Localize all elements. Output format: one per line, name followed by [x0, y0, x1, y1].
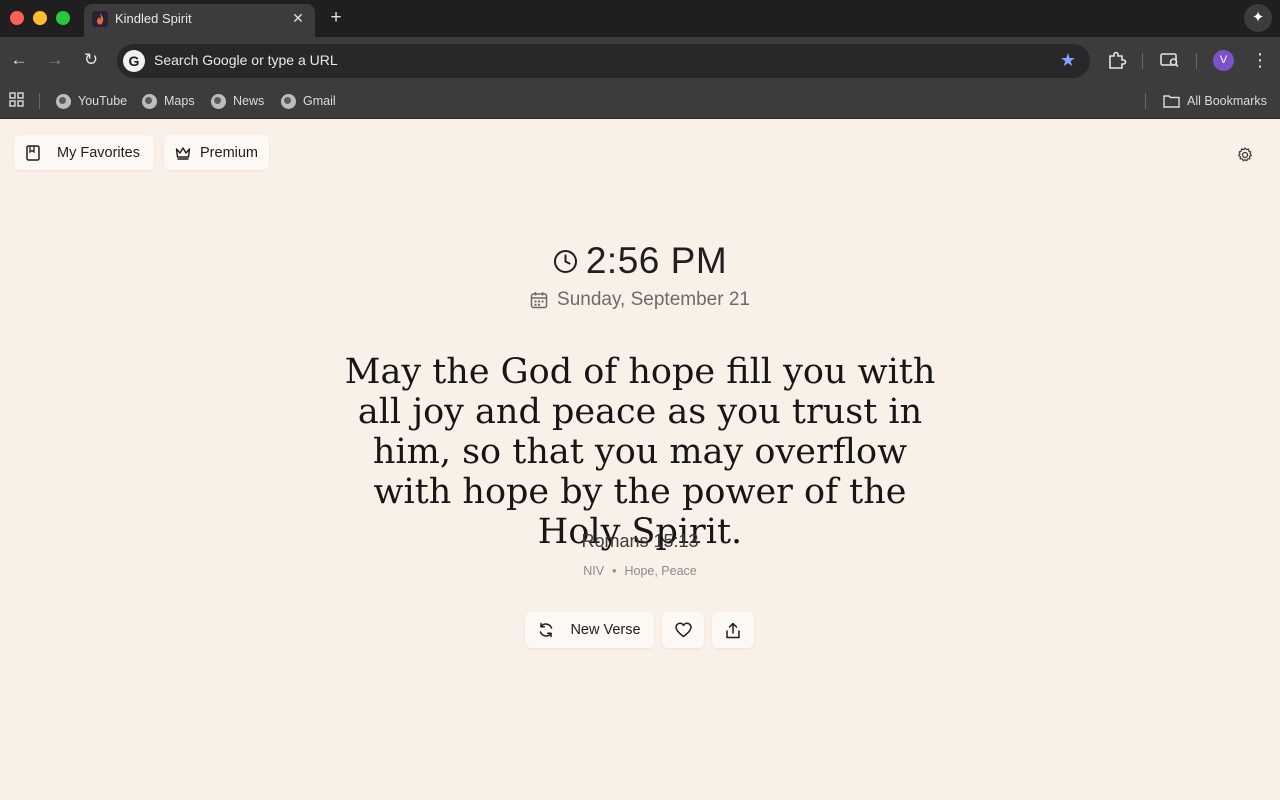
tab-strip: Kindled Spirit ✕ + ✦ — [0, 0, 1280, 37]
more-menu-icon[interactable]: ⋮ — [1248, 48, 1272, 72]
globe-icon — [211, 93, 226, 109]
verse-text: May the God of hope fill you with all jo… — [344, 352, 936, 552]
new-tab-button[interactable]: + — [326, 8, 346, 28]
date-display: Sunday, September 21 — [0, 289, 1280, 311]
bookmarks-divider — [1145, 93, 1146, 109]
refresh-icon — [540, 622, 553, 638]
bookmark-book-icon — [26, 144, 40, 161]
heart-icon — [674, 622, 692, 638]
verse-tags: Hope, Peace — [624, 564, 697, 578]
browser-toolbar: ← → ↻ G Search Google or type a URL ★ V … — [0, 37, 1280, 83]
forward-arrow-icon[interactable]: → — [44, 49, 66, 71]
verse-reference: Romans 15:13 — [581, 531, 699, 551]
bookmark-star-icon[interactable]: ★ — [1060, 50, 1076, 71]
bookmarks-bar: YouTube Maps News Gmail All Bookmarks — [0, 83, 1280, 119]
address-bar-placeholder: Search Google or type a URL — [154, 52, 338, 68]
globe-icon — [56, 93, 71, 109]
all-bookmarks-button[interactable]: All Bookmarks — [1163, 91, 1267, 111]
bookmarks-divider — [39, 93, 40, 109]
translation-label: NIV — [583, 564, 605, 578]
clock-display: 2:56 PM — [0, 240, 1280, 282]
back-arrow-icon[interactable]: ← — [8, 49, 30, 71]
profile-avatar[interactable]: V — [1213, 50, 1234, 71]
tab-close-icon[interactable]: ✕ — [289, 9, 307, 27]
premium-button[interactable]: Premium — [164, 135, 269, 170]
close-window-button[interactable] — [10, 11, 24, 25]
clock-icon — [553, 249, 577, 273]
my-favorites-label: My Favorites — [57, 144, 140, 161]
bookmark-maps[interactable]: Maps — [142, 91, 195, 111]
toolbar-divider — [1142, 53, 1143, 69]
new-verse-label: New Verse — [570, 622, 641, 638]
meta-separator: • — [612, 564, 617, 578]
globe-icon — [142, 93, 157, 109]
bookmark-youtube[interactable]: YouTube — [56, 91, 127, 111]
new-verse-button[interactable]: New Verse — [525, 612, 654, 648]
tab-title: Kindled Spirit — [115, 11, 192, 26]
apps-grid-icon[interactable] — [9, 90, 33, 114]
my-favorites-button[interactable]: My Favorites — [14, 135, 154, 170]
tab-search-icon[interactable] — [1158, 48, 1182, 72]
current-time: 2:56 PM — [585, 240, 728, 281]
google-icon: G — [123, 50, 145, 72]
bookmark-news[interactable]: News — [211, 91, 264, 111]
maximize-window-button[interactable] — [56, 11, 70, 25]
favorite-button[interactable] — [662, 612, 704, 648]
extensions-puzzle-icon[interactable] — [1105, 48, 1129, 72]
browser-tab[interactable]: Kindled Spirit ✕ — [84, 4, 315, 37]
share-icon — [726, 622, 740, 638]
bookmark-gmail[interactable]: Gmail — [281, 91, 336, 111]
toolbar-divider — [1196, 53, 1197, 69]
share-button[interactable] — [712, 612, 754, 648]
current-date: Sunday, September 21 — [557, 289, 750, 310]
crown-icon — [175, 146, 191, 160]
folder-icon — [1163, 95, 1180, 108]
verse-meta: NIV • Hope, Peace — [0, 564, 1280, 578]
flame-icon — [92, 11, 108, 27]
reload-icon[interactable]: ↻ — [80, 49, 102, 71]
premium-label: Premium — [200, 144, 259, 161]
address-bar[interactable]: G Search Google or type a URL ★ — [117, 44, 1090, 78]
minimize-window-button[interactable] — [33, 11, 47, 25]
calendar-icon — [530, 292, 548, 309]
gemini-sparkle-icon[interactable]: ✦ — [1244, 4, 1272, 32]
settings-gear-icon[interactable] — [1236, 146, 1254, 164]
globe-icon — [281, 93, 296, 109]
